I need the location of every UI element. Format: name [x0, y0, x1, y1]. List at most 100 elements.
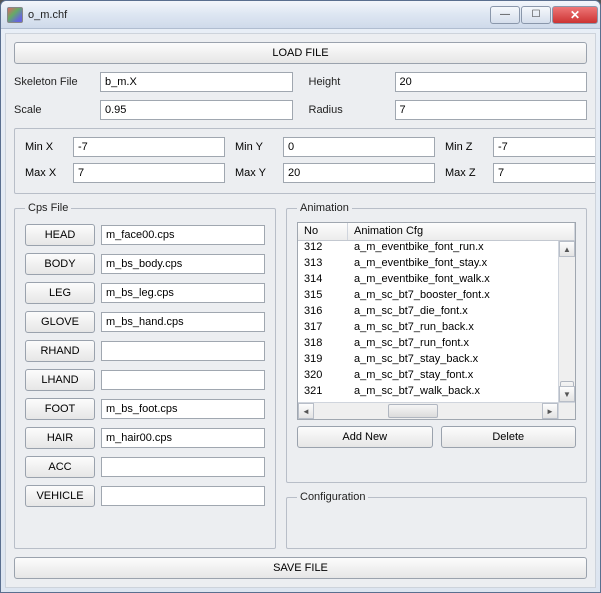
- anim-no: 313: [298, 257, 348, 273]
- cps-button-hair[interactable]: HAIR: [25, 427, 95, 449]
- load-file-button[interactable]: LOAD FILE: [14, 42, 587, 64]
- cps-button-lhand[interactable]: LHAND: [25, 369, 95, 391]
- titlebar[interactable]: o_m.chf — ☐ ✕: [1, 1, 600, 29]
- vertical-scrollbar[interactable]: ▲ ▼: [558, 241, 575, 402]
- save-file-button[interactable]: SAVE FILE: [14, 557, 587, 579]
- anim-cfg: a_m_sc_bt7_die_font.x: [348, 305, 575, 321]
- min-x-input[interactable]: [73, 137, 225, 157]
- scroll-up-icon[interactable]: ▲: [559, 241, 575, 257]
- cps-button-rhand[interactable]: RHAND: [25, 340, 95, 362]
- anim-cfg: a_m_sc_bt7_run_back.x: [348, 321, 575, 337]
- cps-row-glove: GLOVE: [25, 311, 265, 333]
- cps-input-body[interactable]: [101, 254, 265, 274]
- anim-no: 320: [298, 369, 348, 385]
- cps-button-acc[interactable]: ACC: [25, 456, 95, 478]
- max-y-input[interactable]: [283, 163, 435, 183]
- height-input[interactable]: [395, 72, 588, 92]
- cps-input-vehicle[interactable]: [101, 486, 265, 506]
- cps-input-rhand[interactable]: [101, 341, 265, 361]
- table-row[interactable]: 319a_m_sc_bt7_stay_back.x: [298, 353, 575, 369]
- max-z-input[interactable]: [493, 163, 596, 183]
- animation-legend: Animation: [297, 202, 352, 214]
- max-x-input[interactable]: [73, 163, 225, 183]
- cps-button-head[interactable]: HEAD: [25, 224, 95, 246]
- cps-row-hair: HAIR: [25, 427, 265, 449]
- anim-no: 317: [298, 321, 348, 337]
- anim-cfg: a_m_sc_bt7_stay_back.x: [348, 353, 575, 369]
- anim-cfg: a_m_eventbike_font_stay.x: [348, 257, 575, 273]
- minimize-button[interactable]: —: [490, 6, 520, 24]
- cps-input-hair[interactable]: [101, 428, 265, 448]
- top-params-row1: Skeleton File Height: [14, 72, 587, 92]
- window-title: o_m.chf: [28, 9, 489, 21]
- animation-list[interactable]: No Animation Cfg 312a_m_eventbike_font_r…: [297, 222, 576, 420]
- max-y-label: Max Y: [235, 167, 277, 179]
- cps-row-head: HEAD: [25, 224, 265, 246]
- cps-input-leg[interactable]: [101, 283, 265, 303]
- horizontal-scrollbar[interactable]: ◄ ►: [298, 402, 558, 419]
- configuration-group: Configuration: [286, 491, 587, 549]
- table-row[interactable]: 313a_m_eventbike_font_stay.x: [298, 257, 575, 273]
- cps-input-head[interactable]: [101, 225, 265, 245]
- radius-input[interactable]: [395, 100, 588, 120]
- cps-input-glove[interactable]: [101, 312, 265, 332]
- animation-group: Animation No Animation Cfg 312a_m_eventb…: [286, 202, 587, 483]
- table-row[interactable]: 320a_m_sc_bt7_stay_font.x: [298, 369, 575, 385]
- scroll-right-icon[interactable]: ►: [542, 403, 558, 419]
- cps-button-foot[interactable]: FOOT: [25, 398, 95, 420]
- client-area: LOAD FILE Skeleton File Height Scale Rad…: [5, 33, 596, 588]
- scale-input[interactable]: [100, 100, 293, 120]
- cps-row-vehicle: VEHICLE: [25, 485, 265, 507]
- mid-section: Cps File HEAD BODY LEG GLOVE RHAND LHAND FOOT H…: [14, 202, 587, 549]
- scroll-left-icon[interactable]: ◄: [298, 403, 314, 419]
- scroll-down-icon[interactable]: ▼: [559, 386, 575, 402]
- anim-cfg: a_m_sc_bt7_run_font.x: [348, 337, 575, 353]
- anim-no: 319: [298, 353, 348, 369]
- cps-file-group: Cps File HEAD BODY LEG GLOVE RHAND LHAND FOOT H…: [14, 202, 276, 549]
- cps-button-vehicle[interactable]: VEHICLE: [25, 485, 95, 507]
- anim-cfg: a_m_sc_bt7_stay_font.x: [348, 369, 575, 385]
- col-header-cfg[interactable]: Animation Cfg: [348, 223, 575, 240]
- table-row[interactable]: 315a_m_sc_bt7_booster_font.x: [298, 289, 575, 305]
- cps-row-foot: FOOT: [25, 398, 265, 420]
- table-row[interactable]: 316a_m_sc_bt7_die_font.x: [298, 305, 575, 321]
- anim-no: 314: [298, 273, 348, 289]
- anim-cfg: a_m_sc_bt7_booster_font.x: [348, 289, 575, 305]
- anim-cfg: a_m_eventbike_font_run.x: [348, 241, 575, 257]
- scroll-corner: [558, 402, 575, 419]
- skeleton-file-input[interactable]: [100, 72, 293, 92]
- anim-no: 321: [298, 385, 348, 401]
- cps-row-leg: LEG: [25, 282, 265, 304]
- app-window: o_m.chf — ☐ ✕ LOAD FILE Skeleton File He…: [0, 0, 601, 593]
- cps-button-leg[interactable]: LEG: [25, 282, 95, 304]
- cps-input-acc[interactable]: [101, 457, 265, 477]
- cps-button-glove[interactable]: GLOVE: [25, 311, 95, 333]
- cps-input-foot[interactable]: [101, 399, 265, 419]
- table-row[interactable]: 321a_m_sc_bt7_walk_back.x: [298, 385, 575, 401]
- cps-file-legend: Cps File: [25, 202, 71, 214]
- cps-input-lhand[interactable]: [101, 370, 265, 390]
- min-z-input[interactable]: [493, 137, 596, 157]
- table-row[interactable]: 318a_m_sc_bt7_run_font.x: [298, 337, 575, 353]
- min-y-input[interactable]: [283, 137, 435, 157]
- min-x-label: Min X: [25, 141, 67, 153]
- delete-button[interactable]: Delete: [441, 426, 577, 448]
- table-row[interactable]: 314a_m_eventbike_font_walk.x: [298, 273, 575, 289]
- max-x-label: Max X: [25, 167, 67, 179]
- hscroll-thumb[interactable]: [388, 404, 438, 418]
- anim-no: 312: [298, 241, 348, 257]
- table-row[interactable]: 312a_m_eventbike_font_run.x: [298, 241, 575, 257]
- cps-row-rhand: RHAND: [25, 340, 265, 362]
- cps-button-body[interactable]: BODY: [25, 253, 95, 275]
- table-row[interactable]: 317a_m_sc_bt7_run_back.x: [298, 321, 575, 337]
- configuration-legend: Configuration: [297, 491, 368, 503]
- min-z-label: Min Z: [445, 141, 487, 153]
- col-header-no[interactable]: No: [298, 223, 348, 240]
- cps-row-lhand: LHAND: [25, 369, 265, 391]
- cps-row-acc: ACC: [25, 456, 265, 478]
- close-button[interactable]: ✕: [552, 6, 598, 24]
- min-y-label: Min Y: [235, 141, 277, 153]
- maximize-button[interactable]: ☐: [521, 6, 551, 24]
- anim-no: 318: [298, 337, 348, 353]
- add-new-button[interactable]: Add New: [297, 426, 433, 448]
